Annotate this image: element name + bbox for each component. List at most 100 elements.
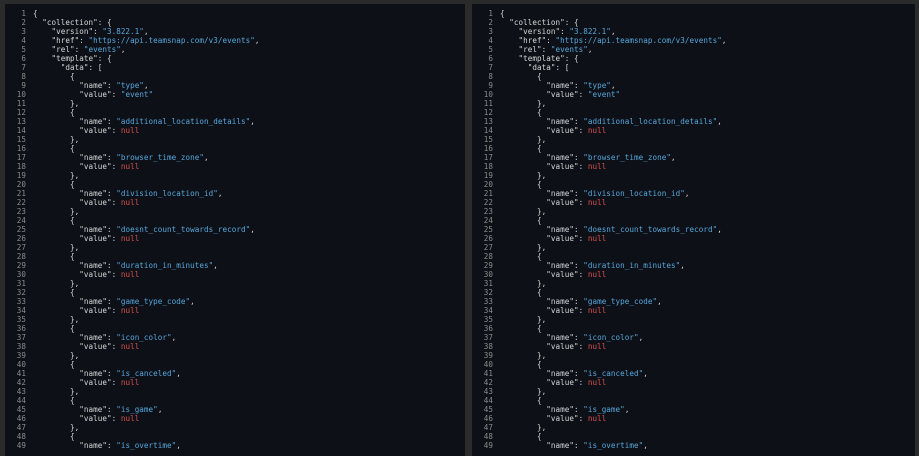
code-text: { (493, 252, 915, 261)
code-line: 8 { (472, 72, 915, 81)
code-line: 16 { (5, 144, 465, 153)
code-punctuation: , (176, 441, 181, 450)
string-value: "additional_location_details" (116, 117, 251, 126)
code-line: 32 { (5, 288, 465, 297)
line-number: 30 (16, 270, 26, 279)
code-text: { (26, 324, 465, 333)
code-punctuation: "name": (33, 261, 117, 270)
code-line: 22 "value": null (5, 198, 465, 207)
code-text: }, (26, 243, 465, 252)
code-punctuation: }, (500, 351, 547, 360)
code-text: { (26, 108, 465, 117)
code-text: { (26, 288, 465, 297)
code-punctuation: "template": { (33, 54, 112, 63)
code-text: }, (26, 315, 465, 324)
code-text: { (493, 432, 915, 441)
code-text: "value": null (493, 126, 915, 135)
code-line: 40 { (472, 360, 915, 369)
json-pane-right[interactable]: 1{2 "collection": {3 "version": "3.822.1… (472, 4, 915, 456)
code-text: "name": "is_canceled", (26, 369, 465, 378)
line-number: 25 (483, 225, 493, 234)
code-punctuation: { (500, 216, 542, 225)
code-text: }, (493, 135, 915, 144)
line-number: 6 (21, 54, 26, 63)
code-punctuation: , (643, 441, 648, 450)
code-punctuation: , (254, 36, 260, 45)
code-punctuation: "value": (500, 414, 588, 423)
line-number: 40 (483, 360, 493, 369)
code-line: 38 "value": null (472, 342, 915, 351)
null-value: null (587, 126, 607, 135)
line-number: 28 (16, 252, 26, 261)
line-number: 18 (16, 162, 26, 171)
code-text: }, (493, 351, 915, 360)
line-number: 10 (16, 90, 26, 99)
code-line: 45 "name": "is_game", (472, 405, 915, 414)
code-punctuation: "name": (500, 297, 584, 306)
code-line: 19 }, (5, 171, 465, 180)
code-line: 25 "name": "doesnt_count_towards_record"… (472, 225, 915, 234)
code-punctuation: { (33, 396, 75, 405)
null-value: null (120, 342, 140, 351)
code-text: }, (26, 171, 465, 180)
code-punctuation: , (250, 225, 255, 234)
string-value: "duration_in_minutes" (116, 261, 214, 270)
code-text: "template": { (26, 54, 465, 63)
code-punctuation: "href": (500, 36, 556, 45)
line-number: 9 (488, 81, 493, 90)
code-punctuation: "value": (33, 342, 121, 351)
string-value: "duration_in_minutes" (583, 261, 681, 270)
code-text: }, (493, 243, 915, 252)
code-line: 30 "value": null (5, 270, 465, 279)
string-value: "browser_time_zone" (116, 153, 205, 162)
code-punctuation: "name": (33, 369, 117, 378)
code-text: "value": null (493, 162, 915, 171)
code-line: 31 }, (472, 279, 915, 288)
code-punctuation: { (33, 432, 75, 441)
code-text: "href": "https://api.teamsnap.com/v3/eve… (26, 36, 465, 45)
code-line: 32 { (472, 288, 915, 297)
code-punctuation: "value": (500, 162, 588, 171)
string-value: "additional_location_details" (583, 117, 718, 126)
code-punctuation: "value": (500, 270, 588, 279)
code-punctuation: { (500, 72, 542, 81)
code-text: { (493, 288, 915, 297)
code-line: 15 }, (5, 135, 465, 144)
line-number: 7 (488, 63, 493, 72)
string-value: "division_location_id" (583, 189, 685, 198)
line-number: 29 (16, 261, 26, 270)
line-number: 2 (21, 18, 26, 27)
json-pane-left[interactable]: 1{2 "collection": {3 "version": "3.822.1… (5, 4, 465, 456)
code-line: 40 { (5, 360, 465, 369)
code-line: 34 "value": null (472, 306, 915, 315)
code-text: "name": "additional_location_details", (26, 117, 465, 126)
code-line: 47 }, (5, 423, 465, 432)
code-line: 13 "name": "additional_location_details"… (472, 117, 915, 126)
code-punctuation: }, (500, 243, 547, 252)
code-text: }, (493, 387, 915, 396)
code-line: 45 "name": "is_game", (5, 405, 465, 414)
code-line: 44 { (472, 396, 915, 405)
line-number: 43 (483, 387, 493, 396)
string-value: "event" (120, 90, 154, 99)
string-value: "icon_color" (116, 333, 172, 342)
line-number: 14 (483, 126, 493, 135)
line-number: 12 (483, 108, 493, 117)
code-text: "name": "is_overtime", (493, 441, 915, 450)
code-punctuation: , (213, 261, 218, 270)
code-line: 26 "value": null (472, 234, 915, 243)
code-punctuation: , (217, 189, 223, 198)
code-line: 11 }, (472, 99, 915, 108)
line-number: 2 (488, 18, 493, 27)
code-punctuation: "value": (500, 198, 588, 207)
code-line: 35 }, (472, 315, 915, 324)
line-number: 49 (483, 441, 493, 450)
string-value: "events" (83, 45, 121, 54)
code-line: 29 "name": "duration_in_minutes", (472, 261, 915, 270)
code-line: 41 "name": "is_canceled", (5, 369, 465, 378)
string-value: "browser_time_zone" (583, 153, 672, 162)
line-number: 4 (488, 36, 493, 45)
null-value: null (587, 270, 607, 279)
line-number: 13 (16, 117, 26, 126)
code-punctuation: }, (33, 135, 80, 144)
